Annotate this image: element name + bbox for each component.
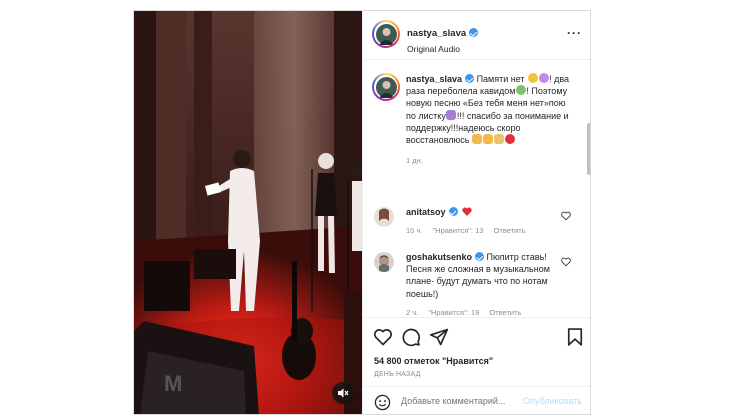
more-options-icon[interactable]: ··· <box>567 27 582 39</box>
reply-button[interactable]: Ответить <box>489 308 521 317</box>
post-actions: 54 800 отметок "Нравится" ДЕНЬ НАЗАД Опу… <box>363 317 590 414</box>
comment-username[interactable]: anitatsoy <box>406 207 446 217</box>
comment-meta: 10 ч. "Нравится": 13 Ответить <box>406 226 534 235</box>
post-video[interactable]: M <box>134 11 362 414</box>
commenter-avatar-image <box>374 252 394 272</box>
commenter-avatar[interactable] <box>374 252 394 272</box>
comment-meta: 2 ч. "Нравится": 19 Ответить <box>406 308 529 317</box>
author-avatar[interactable] <box>374 22 398 46</box>
caption-username[interactable]: nastya_slava <box>406 74 462 84</box>
bookmark-icon[interactable] <box>565 327 585 347</box>
commenter-avatar-image <box>374 207 394 227</box>
scrollbar[interactable] <box>587 123 590 175</box>
praying-hands-emoji-icon <box>472 134 483 145</box>
audio-label[interactable]: Original Audio <box>407 44 478 54</box>
post-caption: nastya_slava Памяти нет ! два раза переб… <box>406 73 576 167</box>
add-comment-bar: Опубликовать <box>363 386 590 414</box>
publish-button[interactable]: Опубликовать <box>523 396 582 406</box>
comment-icon[interactable] <box>401 327 421 347</box>
woman-shrugging-emoji-icon <box>446 109 457 120</box>
likes-count[interactable]: 54 800 отметок "Нравится" <box>374 356 493 366</box>
caption-time[interactable]: 1 дн. <box>406 155 576 167</box>
comment-input[interactable] <box>401 396 519 406</box>
like-comment-heart-icon[interactable] <box>561 257 571 267</box>
commenter-avatar[interactable] <box>374 207 394 227</box>
comment-item: anitatsoy 10 ч. "Нравится": 13 Ответить <box>363 201 590 241</box>
red-heart-emoji-icon <box>505 134 516 145</box>
emoji-icon[interactable] <box>374 394 391 411</box>
instagram-post: M nastya_slava Original Audio ··· nastya… <box>133 10 591 415</box>
comment-likes[interactable]: "Нравится": 19 <box>428 308 479 317</box>
post-date[interactable]: ДЕНЬ НАЗАД <box>374 371 421 378</box>
comment-item: goshakutsenko Пюпитр ставь! Песня же сло… <box>363 247 590 317</box>
verified-badge-icon <box>469 28 479 37</box>
svg-text:M: M <box>164 371 182 396</box>
verified-badge-icon <box>465 74 475 83</box>
comment-username[interactable]: goshakutsenko <box>406 252 472 262</box>
author-avatar-image <box>375 23 397 45</box>
sick-emoji-icon <box>515 85 526 96</box>
verified-badge-icon <box>448 207 458 216</box>
comment-likes[interactable]: "Нравится": 13 <box>433 226 484 235</box>
like-comment-heart-icon[interactable] <box>561 211 571 221</box>
red-heart-emoji-icon <box>462 207 472 216</box>
share-icon[interactable] <box>429 327 449 347</box>
caption-avatar-image <box>375 76 397 98</box>
victory-hand-emoji-icon <box>494 134 505 145</box>
caption-text-1: Памяти нет <box>476 74 525 84</box>
comment-text: anitatsoy <box>406 206 556 218</box>
brain-emoji-icon <box>538 73 549 83</box>
mute-icon <box>338 388 349 398</box>
author-username[interactable]: nastya_slava <box>407 28 466 39</box>
reply-button[interactable]: Ответить <box>494 226 526 235</box>
post-header: nastya_slava Original Audio ··· <box>363 11 590 60</box>
concert-scene-image: M <box>134 11 362 414</box>
comment-text: goshakutsenko Пюпитр ставь! Песня же сло… <box>406 251 556 300</box>
verified-badge-icon <box>475 252 485 261</box>
author-info: nastya_slava Original Audio <box>407 23 479 54</box>
post-side-panel: nastya_slava Original Audio ··· nastya_s… <box>362 11 590 414</box>
thinking-emoji-icon <box>527 73 538 83</box>
caption-avatar[interactable] <box>374 75 398 99</box>
mute-button[interactable] <box>332 382 354 404</box>
comment-time[interactable]: 2 ч. <box>406 308 418 317</box>
comment-time[interactable]: 10 ч. <box>406 226 422 235</box>
clapping-emoji-icon <box>483 134 494 145</box>
comments-scroll-area[interactable]: nastya_slava Памяти нет ! два раза переб… <box>363 61 590 317</box>
heart-icon[interactable] <box>373 327 393 347</box>
